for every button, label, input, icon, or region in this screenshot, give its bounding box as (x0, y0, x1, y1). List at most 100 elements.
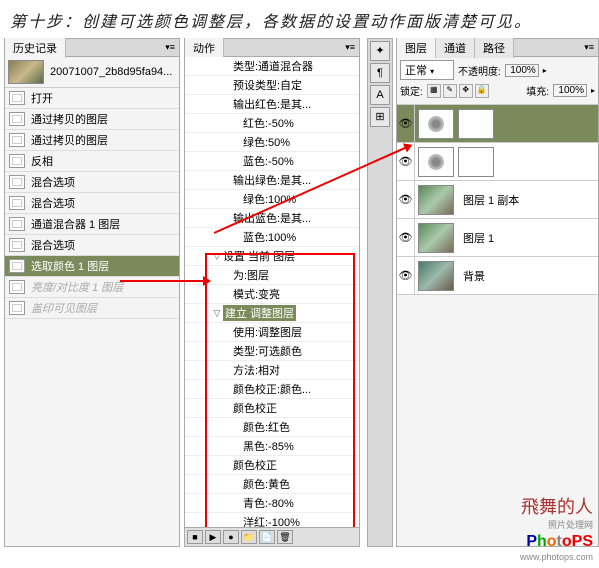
action-item[interactable]: 使用:调整图层 (185, 323, 359, 342)
disclosure-icon[interactable]: ▽ (211, 308, 223, 319)
history-item-label: 亮度/对比度 1 图层 (31, 279, 123, 295)
actions-footer-button[interactable]: 📁 (241, 530, 257, 544)
dock-button[interactable]: ✦ (370, 41, 390, 61)
action-item[interactable]: 颜色校正:颜色... (185, 380, 359, 399)
lock-position-icon[interactable]: ✥ (459, 84, 473, 98)
panel-menu-icon[interactable]: ▾≡ (161, 42, 179, 53)
lock-all-icon[interactable]: 🔒 (475, 84, 489, 98)
history-snapshot-thumb[interactable] (8, 60, 44, 84)
arrow-annotation (120, 280, 208, 282)
layer-row[interactable]: 👁 (397, 143, 598, 181)
history-item[interactable]: 混合选项 (5, 193, 179, 214)
layer-row[interactable]: 👁图层 1 (397, 219, 598, 257)
layer-row[interactable]: 👁 图层 1 副本 (397, 181, 598, 219)
action-item[interactable]: 蓝色:-50% (185, 152, 359, 171)
action-label: 颜色校正 (233, 457, 277, 473)
action-item[interactable]: ▽设置 当前 图层 (185, 247, 359, 266)
action-item[interactable]: 颜色:红色 (185, 418, 359, 437)
dock-button[interactable]: A (370, 85, 390, 105)
action-item[interactable]: 颜色校正 (185, 456, 359, 475)
action-label: 预设类型:自定 (233, 77, 302, 93)
visibility-eye-icon[interactable]: 👁 (397, 181, 415, 218)
action-item[interactable]: 蓝色:100% (185, 228, 359, 247)
actions-footer-button[interactable]: 📄 (259, 530, 275, 544)
visibility-eye-icon[interactable]: 👁 (397, 219, 415, 256)
lock-transparency-icon[interactable]: ▦ (427, 84, 441, 98)
history-step-icon (9, 91, 25, 105)
visibility-eye-icon[interactable]: 👁 (397, 257, 415, 294)
layers-tab[interactable]: 图层 (397, 38, 436, 58)
fill-label: 填充: (526, 83, 549, 98)
action-label: 洋红:-100% (243, 514, 300, 527)
history-item[interactable]: 通过拷贝的图层 (5, 109, 179, 130)
actions-footer: ■▶●📁📄🗑 (185, 527, 359, 546)
history-item[interactable]: 选取颜色 1 图层 (5, 256, 179, 277)
side-dock: ✦¶A⊞ (367, 38, 393, 547)
layer-row[interactable]: 👁背景 (397, 257, 598, 295)
action-item[interactable]: 黑色:-85% (185, 437, 359, 456)
history-snapshot-label: 20071007_2b8d95fa94... (50, 66, 172, 78)
action-item[interactable]: 颜色:黄色 (185, 475, 359, 494)
action-label: 蓝色:-50% (243, 153, 294, 169)
lock-paint-icon[interactable]: ✎ (443, 84, 457, 98)
history-step-icon (9, 133, 25, 147)
fill-input[interactable]: 100% (553, 84, 587, 97)
actions-footer-button[interactable]: 🗑 (277, 530, 293, 544)
action-item[interactable]: 预设类型:自定 (185, 76, 359, 95)
panel-menu-icon[interactable]: ▾≡ (341, 42, 359, 53)
panel-menu-icon[interactable]: ▾≡ (580, 42, 598, 53)
history-item-label: 通过拷贝的图层 (31, 111, 108, 127)
action-label: 颜色:红色 (243, 419, 290, 435)
action-label: 输出红色:是其... (233, 96, 311, 112)
channels-tab[interactable]: 通道 (436, 38, 475, 58)
history-item-label: 混合选项 (31, 237, 75, 253)
opacity-input[interactable]: 100% (505, 64, 539, 77)
action-item[interactable]: 输出蓝色:是其... (185, 209, 359, 228)
fill-flyout-icon[interactable]: ▸ (591, 86, 595, 95)
history-item[interactable]: 通过拷贝的图层 (5, 130, 179, 151)
action-label: 为:图层 (233, 267, 269, 283)
action-label: 颜色校正:颜色... (233, 381, 311, 397)
layer-row[interactable]: 👁 (397, 105, 598, 143)
action-label: 建立 调整图层 (223, 305, 296, 321)
visibility-eye-icon[interactable]: 👁 (397, 105, 415, 142)
history-tab[interactable]: 历史记录 (5, 38, 66, 58)
action-item[interactable]: 洋红:-100% (185, 513, 359, 527)
layer-thumb (418, 185, 454, 215)
blend-mode-select[interactable]: 正常 ▾ (400, 60, 454, 80)
action-label: 模式:变亮 (233, 286, 280, 302)
history-item[interactable]: 混合选项 (5, 172, 179, 193)
action-item[interactable]: ▽建立 调整图层 (185, 304, 359, 323)
action-item[interactable]: 类型:通道混合器 (185, 57, 359, 76)
dock-button[interactable]: ⊞ (370, 107, 390, 127)
actions-tab[interactable]: 动作 (185, 38, 224, 58)
paths-tab[interactable]: 路径 (475, 38, 514, 58)
action-item[interactable]: 类型:可选颜色 (185, 342, 359, 361)
step-instruction: 第十步：创建可选颜色调整层，各数据的设置动作面版清楚可见。 (0, 0, 599, 38)
history-item[interactable]: 盖印可见图层 (5, 298, 179, 319)
actions-footer-button[interactable]: ■ (187, 530, 203, 544)
action-item[interactable]: 模式:变亮 (185, 285, 359, 304)
history-item-label: 打开 (31, 90, 53, 106)
actions-footer-button[interactable]: ▶ (205, 530, 221, 544)
opacity-flyout-icon[interactable]: ▸ (543, 66, 547, 75)
adjustment-thumb (418, 147, 454, 177)
actions-footer-button[interactable]: ● (223, 530, 239, 544)
history-item[interactable]: 通道混合器 1 图层 (5, 214, 179, 235)
history-item[interactable]: 打开 (5, 88, 179, 109)
disclosure-icon[interactable]: ▽ (211, 251, 223, 262)
history-item-label: 反相 (31, 153, 53, 169)
action-item[interactable]: 输出红色:是其... (185, 95, 359, 114)
history-step-icon (9, 154, 25, 168)
dock-button[interactable]: ¶ (370, 63, 390, 83)
action-item[interactable]: 颜色校正 (185, 399, 359, 418)
history-item[interactable]: 混合选项 (5, 235, 179, 256)
history-item[interactable]: 反相 (5, 151, 179, 172)
action-item[interactable]: 方法:相对 (185, 361, 359, 380)
layer-label: 图层 1 副本 (463, 192, 519, 208)
action-label: 类型:通道混合器 (233, 58, 313, 74)
action-item[interactable]: 绿色:50% (185, 133, 359, 152)
action-item[interactable]: 红色:-50% (185, 114, 359, 133)
action-item[interactable]: 青色:-80% (185, 494, 359, 513)
action-label: 方法:相对 (233, 362, 280, 378)
